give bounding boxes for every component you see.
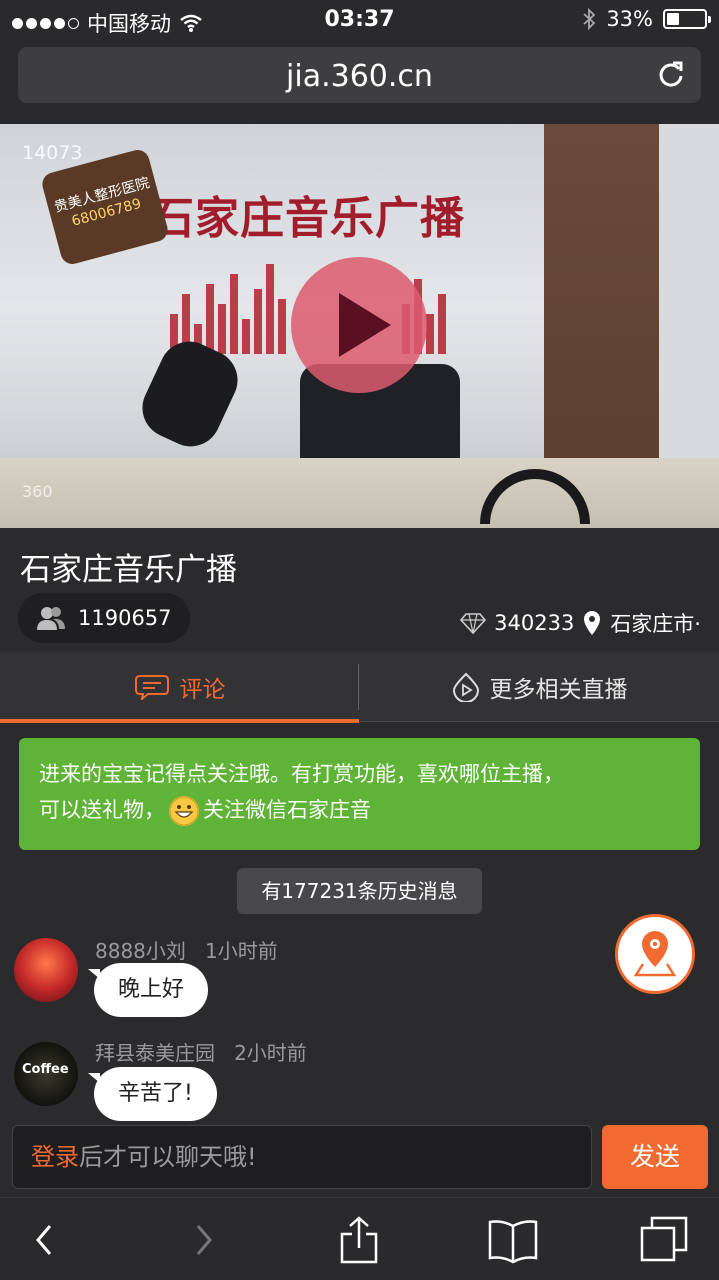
comments-panel[interactable]: 进来的宝宝记得点关注哦。有打赏功能，喜欢哪位主播， 可以送礼物， 关注微信石家庄音… — [0, 723, 719, 1121]
share-icon[interactable] — [334, 1216, 384, 1264]
chat-icon — [134, 675, 169, 700]
back-icon[interactable] — [22, 1216, 72, 1264]
play-circle-icon — [452, 672, 479, 702]
message-meta: 8888小刘 1小时前 — [95, 935, 278, 964]
avatar-text: Coffee — [22, 1062, 69, 1077]
location-float-button[interactable] — [615, 914, 695, 994]
battery-icon — [663, 9, 711, 29]
channel-title: 石家庄音乐广播 — [20, 552, 237, 588]
station-sign: 石家庄音乐广播 — [150, 193, 465, 244]
map-pin-icon — [633, 931, 677, 977]
tab-comments-label: 评论 — [179, 677, 226, 703]
tab-more-live[interactable]: 更多相关直播 — [360, 652, 719, 722]
status-bar: 中国移动 03:37 33% — [0, 0, 719, 40]
diamond-icon — [460, 613, 487, 634]
sponsor-badge: 贵美人整形医院 68006789 — [39, 147, 171, 267]
browser-header: jia.360.cn — [0, 40, 719, 124]
tab-divider — [358, 664, 359, 710]
notice-line-2-start: 可以送礼物， — [39, 798, 165, 822]
viewers-badge: 1190657 — [18, 593, 190, 643]
video-watermark: 360 — [22, 482, 53, 501]
grinning-emoji-icon — [169, 796, 199, 826]
message-bubble: 辛苦了! — [88, 1067, 217, 1121]
chat-input-bar: 登录后才可以聊天哦! 发送 — [0, 1121, 719, 1197]
channel-info: 石家庄音乐广播 1190657 340233 石家庄市· — [0, 528, 719, 652]
view-count: 14073 — [22, 142, 83, 164]
page: 中国移动 03:37 33% jia.360.cn 石家庄音乐广播 贵美人整形医… — [0, 0, 719, 1280]
video-player[interactable]: 石家庄音乐广播 贵美人整形医院 68006789 14073 360 — [0, 124, 719, 528]
people-icon — [37, 607, 65, 630]
tab-comments[interactable]: 评论 — [0, 652, 359, 723]
play-icon[interactable] — [339, 293, 391, 357]
location-icon — [584, 611, 601, 635]
tabs-icon[interactable] — [640, 1216, 690, 1264]
studio-desk — [0, 458, 719, 528]
forward-icon[interactable] — [178, 1216, 228, 1264]
status-right: 33% — [582, 7, 711, 31]
notice-line-2-end: 关注微信石家庄音 — [203, 798, 371, 822]
bookmarks-icon[interactable] — [488, 1216, 538, 1264]
message-time: 1小时前 — [204, 939, 278, 963]
chat-input[interactable]: 登录后才可以聊天哦! — [12, 1125, 592, 1189]
url-text[interactable]: jia.360.cn — [18, 59, 701, 94]
battery-percent: 33% — [606, 7, 653, 31]
battery-level — [667, 13, 679, 25]
message-bubble: 晚上好 — [87, 963, 209, 1017]
browser-toolbar — [0, 1197, 719, 1280]
tab-bar: 评论 更多相关直播 — [0, 652, 719, 723]
address-bar[interactable]: jia.360.cn — [18, 47, 701, 103]
notice-line-1: 进来的宝宝记得点关注哦。有打赏功能，喜欢哪位主播， — [39, 762, 564, 786]
message-user: 8888小刘 — [95, 939, 186, 963]
play-button[interactable] — [291, 257, 427, 393]
send-button[interactable]: 发送 — [602, 1125, 708, 1189]
message-user: 拜县泰美庄园 — [95, 1041, 215, 1065]
tab-more-label: 更多相关直播 — [489, 677, 628, 703]
channel-meta: 340233 石家庄市· — [460, 608, 701, 638]
bluetooth-icon — [583, 8, 596, 30]
message-meta: 拜县泰美庄园 2小时前 — [95, 1037, 307, 1066]
avatar[interactable] — [14, 938, 78, 1002]
chat-placeholder: 后才可以聊天哦! — [79, 1143, 257, 1171]
reload-icon[interactable] — [655, 59, 687, 91]
diamond-count: 340233 — [494, 611, 575, 635]
login-link[interactable]: 登录 — [31, 1143, 79, 1171]
pinned-notice: 进来的宝宝记得点关注哦。有打赏功能，喜欢哪位主播， 可以送礼物， 关注微信石家庄音 — [19, 738, 700, 850]
location-label: 石家庄市· — [610, 612, 701, 636]
history-messages-button[interactable]: 有177231条历史消息 — [237, 868, 482, 914]
avatar[interactable]: Coffee — [14, 1042, 78, 1106]
viewer-count: 1190657 — [78, 606, 172, 630]
notice-line-2: 可以送礼物， 关注微信石家庄音 — [39, 792, 680, 828]
message-time: 2小时前 — [234, 1041, 307, 1065]
